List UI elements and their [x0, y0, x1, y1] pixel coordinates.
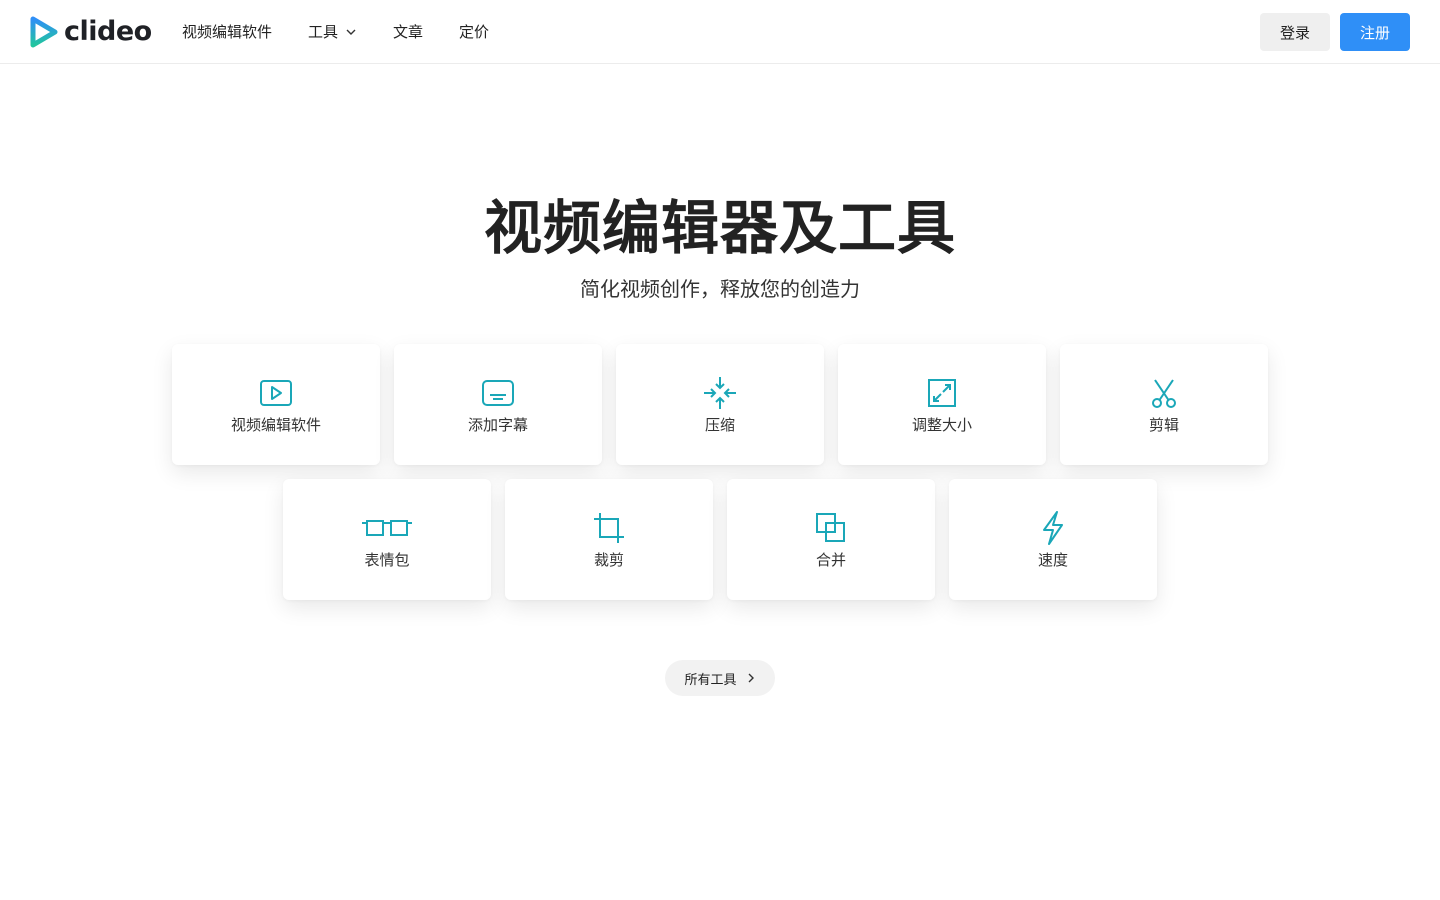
tool-card-label: 调整大小: [911, 416, 972, 434]
logo-text: clideo: [64, 16, 152, 47]
video-editor-icon: [259, 376, 293, 410]
nav-item-articles[interactable]: 文章: [393, 20, 423, 44]
tool-card-label: 速度: [1037, 551, 1068, 569]
compress-icon: [703, 376, 737, 410]
merge-icon: [814, 511, 848, 545]
tool-card-speed[interactable]: 速度: [949, 479, 1157, 600]
nav-item-label: 文章: [393, 23, 424, 41]
scissors-icon: [1147, 376, 1181, 410]
tool-card-compress[interactable]: 压缩: [616, 344, 824, 465]
tool-card-cut[interactable]: 剪辑: [1060, 344, 1268, 465]
login-button[interactable]: 登录: [1260, 13, 1330, 51]
crop-icon: [592, 511, 626, 545]
tool-card-resize[interactable]: 调整大小: [838, 344, 1046, 465]
all-tools-button[interactable]: 所有工具: [665, 660, 775, 696]
page-subtitle: 简化视频创作，释放您的创造力: [580, 277, 860, 301]
main-nav: 视频编辑软件 工具 文章 定价: [182, 20, 525, 44]
chevron-down-icon: [346, 29, 356, 35]
tool-card-label: 合并: [815, 551, 846, 569]
tool-card-crop[interactable]: 裁剪: [505, 479, 713, 600]
nav-item-label: 工具: [308, 23, 339, 41]
tool-card-label: 剪辑: [1148, 416, 1179, 434]
nav-item-pricing[interactable]: 定价: [459, 20, 489, 44]
clideo-logo[interactable]: clideo: [30, 15, 152, 49]
tool-card-label: 添加字幕: [467, 416, 528, 434]
tool-card-subtitles[interactable]: 添加字幕: [394, 344, 602, 465]
resize-icon: [925, 376, 959, 410]
header: clideo 视频编辑软件 工具 文章 定价 登录 注册: [0, 0, 1440, 64]
clideo-logo-icon: [30, 16, 58, 48]
signup-button[interactable]: 注册: [1340, 13, 1410, 51]
tool-card-video-editor[interactable]: 视频编辑软件: [172, 344, 380, 465]
chevron-right-icon: [748, 673, 754, 683]
meme-icon: [362, 511, 412, 545]
tool-card-label: 裁剪: [593, 551, 624, 569]
tool-card-label: 视频编辑软件: [230, 416, 321, 434]
subtitles-icon: [481, 376, 515, 410]
tool-card-meme[interactable]: 表情包: [283, 479, 491, 600]
speed-icon: [1036, 511, 1070, 545]
nav-item-video-editor[interactable]: 视频编辑软件: [182, 20, 272, 44]
tool-card-label: 表情包: [364, 551, 410, 569]
tool-card-label: 压缩: [704, 416, 735, 434]
nav-item-label: 视频编辑软件: [182, 23, 273, 41]
tool-card-merge[interactable]: 合并: [727, 479, 935, 600]
nav-item-label: 定价: [459, 23, 490, 41]
nav-item-tools[interactable]: 工具: [308, 20, 357, 44]
all-tools-label: 所有工具: [684, 672, 737, 688]
page-title: 视频编辑器及工具: [483, 194, 956, 262]
